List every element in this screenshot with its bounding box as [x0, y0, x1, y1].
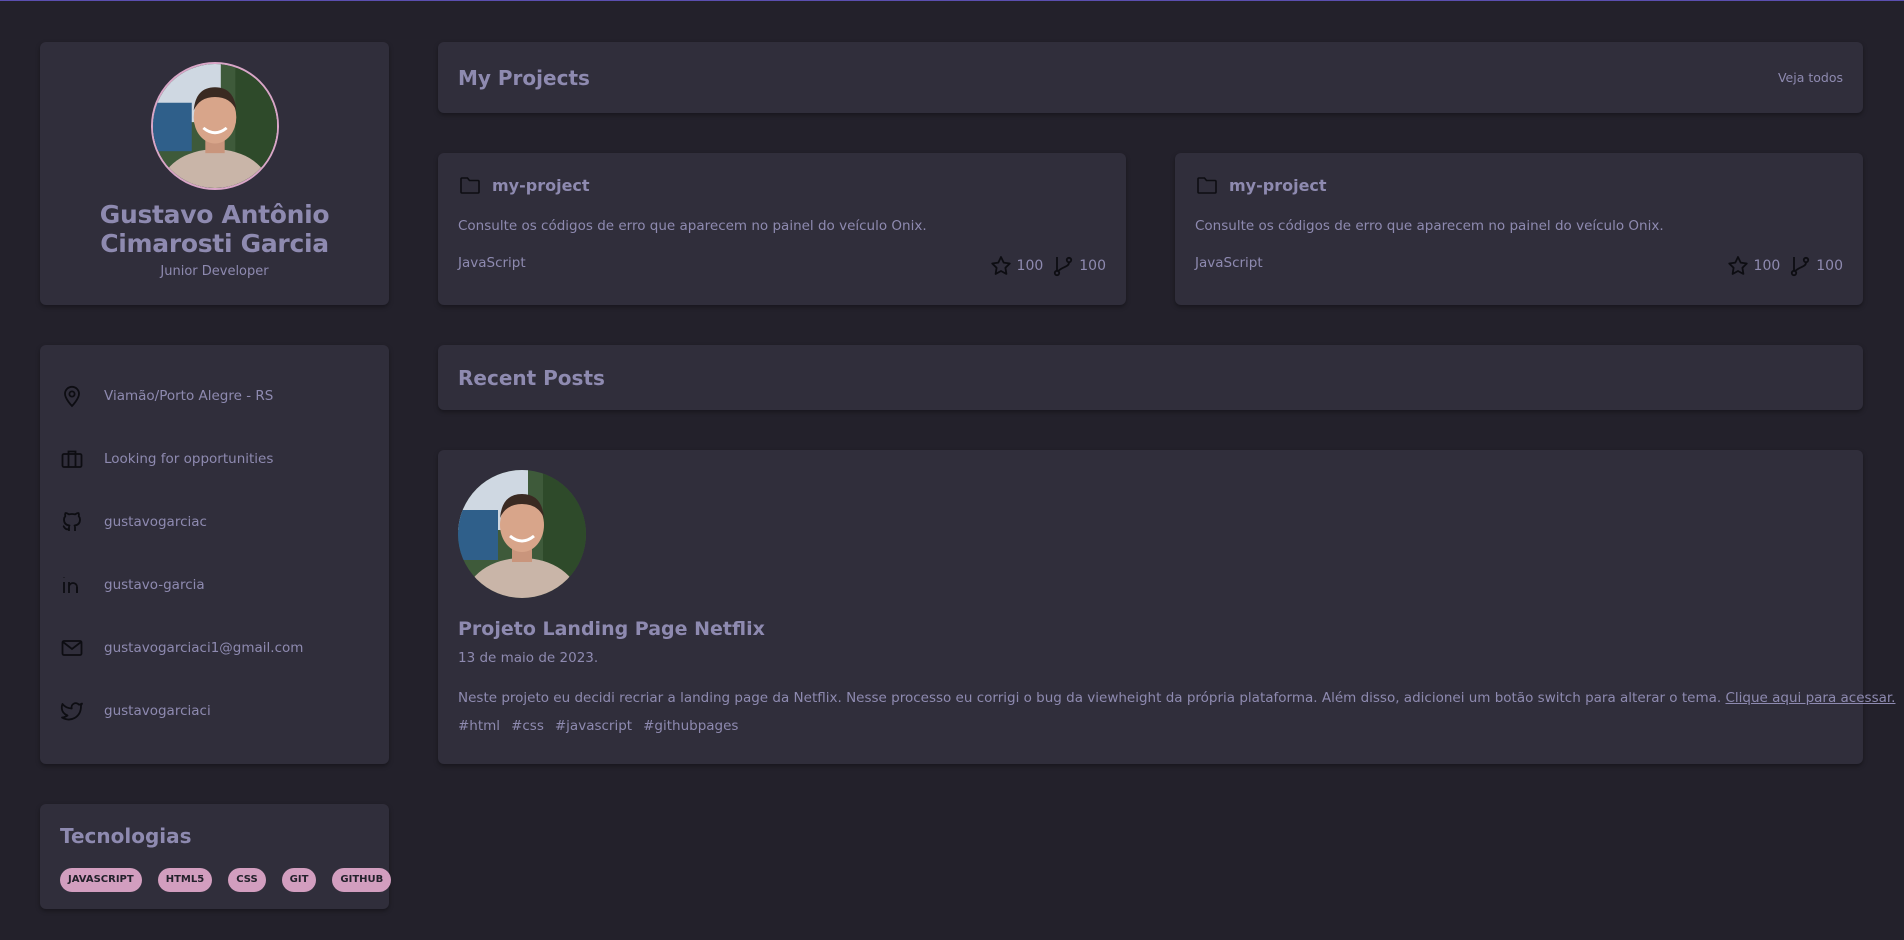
location-row: Viamão/Porto Alegre - RS — [60, 383, 389, 409]
post-body: Neste projeto eu decidi recriar a landin… — [458, 690, 1895, 706]
project-title-row: my-project — [458, 173, 1106, 197]
linkedin-row[interactable]: gustavo-garcia — [60, 572, 389, 598]
star-icon — [990, 256, 1011, 275]
project-description: Consulte os códigos de erro que aparecem… — [458, 218, 927, 234]
avatar-photo-icon — [152, 64, 277, 188]
map-pin-icon — [60, 384, 84, 408]
location-text: Viamão/Porto Alegre - RS — [104, 388, 274, 404]
twitter-icon — [60, 699, 84, 723]
tech-title: Tecnologias — [60, 824, 192, 848]
avatar — [150, 62, 279, 190]
profile-card: Gustavo Antônio Cimarosti Garcia Junior … — [40, 42, 389, 305]
briefcase-icon — [60, 447, 84, 471]
star-count: 100 — [1016, 258, 1044, 274]
tech-tag: CSS — [228, 868, 266, 892]
folder-icon — [1197, 177, 1217, 194]
project-card[interactable]: my-project Consulte os códigos de erro q… — [1175, 153, 1863, 305]
project-language: JavaScript — [1195, 255, 1263, 271]
post-hashtags: #html #css #javascript #githubpages — [458, 718, 1843, 734]
projects-header: My Projects Veja todos — [438, 42, 1863, 113]
tech-tag: HTML5 — [157, 868, 213, 892]
git-branch-icon — [1791, 256, 1810, 277]
hashtag: #githubpages — [643, 718, 739, 734]
twitter-username[interactable]: gustavogarciaci — [104, 703, 211, 719]
profile-name: Gustavo Antônio Cimarosti Garcia — [99, 200, 330, 258]
tech-tags: JAVASCRIPT HTML5 CSS GIT GITHUB — [60, 868, 392, 892]
project-stats: 100 100 — [1726, 254, 1843, 278]
hashtag: #css — [511, 718, 544, 734]
github-username[interactable]: gustavogarciac — [104, 514, 207, 530]
post-body-text: Neste projeto eu decidi recriar a landin… — [458, 690, 1722, 706]
project-footer: JavaScript 100 100 — [458, 248, 1106, 278]
folder-icon — [460, 177, 480, 194]
email-address[interactable]: gustavogarciaci1@gmail.com — [104, 640, 303, 656]
linkedin-icon — [60, 573, 84, 597]
posts-title: Recent Posts — [458, 365, 605, 390]
project-stats: 100 100 — [989, 254, 1106, 278]
email-row[interactable]: gustavogarciaci1@gmail.com — [60, 635, 389, 661]
project-language: JavaScript — [458, 255, 526, 271]
project-card[interactable]: my-project Consulte os códigos de erro q… — [438, 153, 1126, 305]
posts-header: Recent Posts — [438, 345, 1863, 410]
post-date: 13 de maio de 2023. — [458, 650, 599, 666]
tech-card: Tecnologias JAVASCRIPT HTML5 CSS GIT GIT… — [40, 804, 392, 909]
hashtag: #javascript — [554, 718, 633, 734]
tech-tag: GIT — [281, 868, 317, 892]
twitter-row[interactable]: gustavogarciaci — [60, 698, 389, 724]
tech-tag: JAVASCRIPT — [60, 868, 142, 892]
fork-count: 100 — [1079, 258, 1106, 274]
mail-icon — [60, 636, 84, 660]
profile-role: Junior Developer — [160, 264, 269, 279]
project-footer: JavaScript 100 100 — [1195, 248, 1843, 278]
tech-tag: GITHUB — [332, 868, 392, 892]
post-access-link[interactable]: Clique aqui para acessar. — [1725, 690, 1895, 706]
github-icon — [60, 510, 84, 534]
project-name[interactable]: my-project — [1229, 176, 1327, 195]
see-all-link[interactable]: Veja todos — [1778, 70, 1843, 85]
star-count: 100 — [1753, 258, 1781, 274]
projects-title: My Projects — [458, 65, 590, 90]
avatar-photo-icon — [458, 470, 586, 598]
post-title[interactable]: Projeto Landing Page Netflix — [458, 618, 1843, 640]
project-title-row: my-project — [1195, 173, 1843, 197]
git-branch-icon — [1054, 256, 1073, 277]
hashtag: #html — [458, 718, 501, 734]
fork-count: 100 — [1816, 258, 1843, 274]
info-card: Viamão/Porto Alegre - RS Looking for opp… — [40, 345, 389, 764]
project-description: Consulte os códigos de erro que aparecem… — [1195, 218, 1664, 234]
github-row[interactable]: gustavogarciac — [60, 509, 389, 535]
work-row: Looking for opportunities — [60, 446, 389, 472]
star-icon — [1727, 256, 1748, 275]
post-avatar — [458, 470, 586, 598]
work-text: Looking for opportunities — [104, 451, 274, 467]
linkedin-username[interactable]: gustavo-garcia — [104, 577, 205, 593]
post-card: Projeto Landing Page Netflix 13 de maio … — [438, 450, 1895, 764]
project-name[interactable]: my-project — [492, 176, 590, 195]
